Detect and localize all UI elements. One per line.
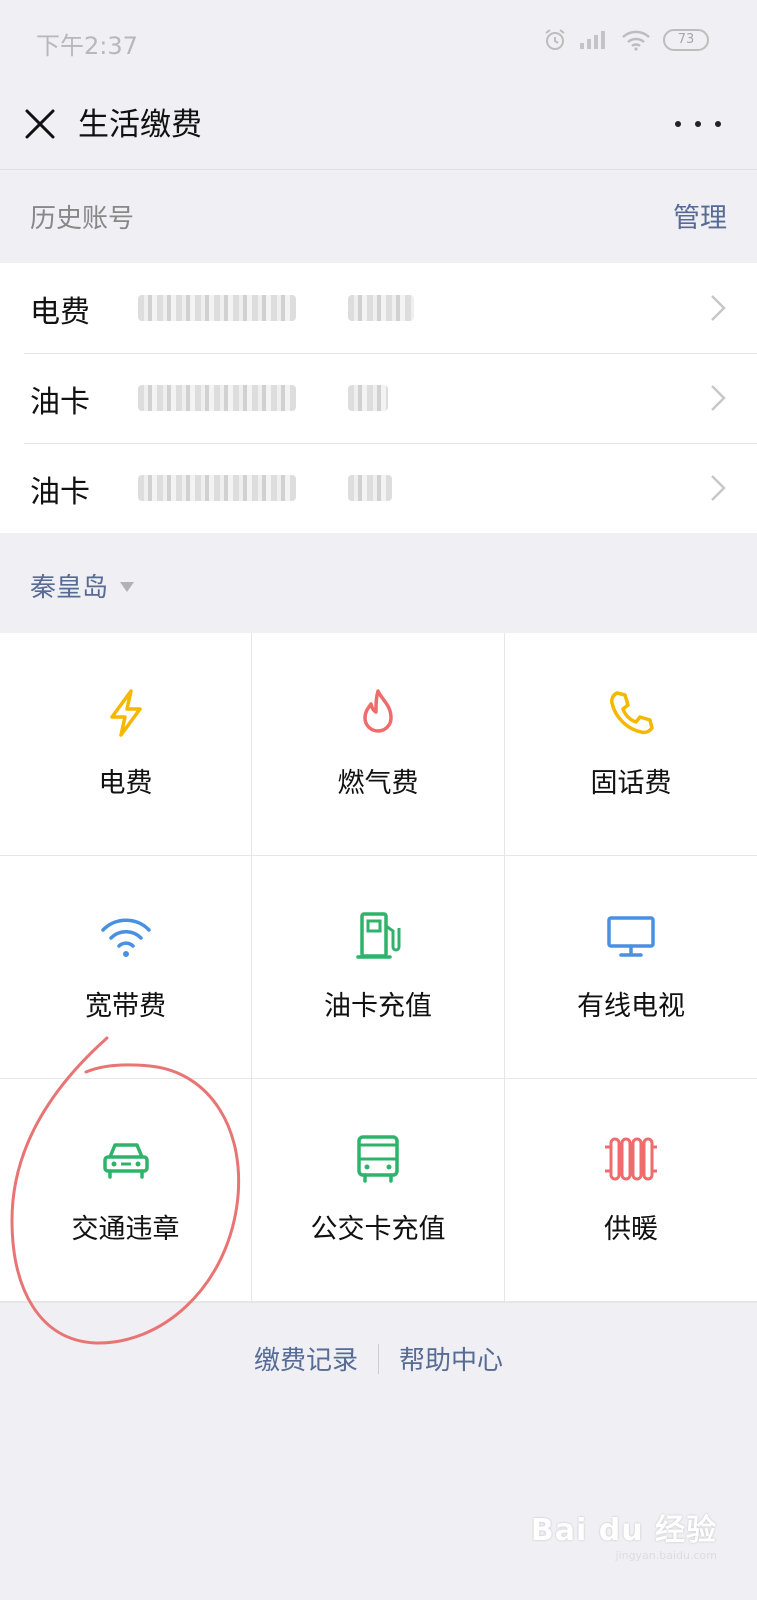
radiator-icon [603, 1131, 659, 1187]
history-header: 历史账号 管理 [0, 170, 757, 263]
account-type: 油卡 [30, 385, 90, 420]
signal-icon [580, 31, 605, 49]
status-time: 下午2:37 [36, 32, 138, 60]
more-dot-icon [675, 121, 681, 127]
account-number-redacted [138, 385, 296, 411]
lightning-icon [98, 685, 154, 741]
wifi-status-icon [622, 30, 650, 51]
car-icon [98, 1131, 154, 1187]
bus-icon [350, 1131, 406, 1187]
manage-link[interactable]: 管理 [673, 196, 727, 235]
page-title: 生活缴费 [78, 107, 202, 143]
status-icons: 73 [543, 28, 709, 52]
service-label: 宽带费 [85, 991, 166, 1022]
account-row[interactable]: 油卡 [0, 353, 757, 443]
chevron-right-icon [711, 385, 726, 411]
account-type: 电费 [30, 295, 90, 330]
city-selector[interactable]: 秦皇岛 [30, 565, 135, 605]
wifi-icon [98, 908, 154, 964]
service-landline[interactable]: 固话费 [505, 633, 757, 855]
close-icon [25, 109, 55, 139]
service-cable-tv[interactable]: 有线电视 [505, 856, 757, 1078]
service-bus-card[interactable]: 公交卡充值 [252, 1079, 504, 1301]
payment-records-link[interactable]: 缴费记录 [234, 1340, 378, 1377]
services-grid: 电费 燃气费 固话费 宽带费 油卡充值 有线电视 交通违章 公交卡充值 供暖 [0, 633, 757, 1303]
watermark-sub: jingyan.baidu.com [615, 1549, 717, 1562]
help-center-link[interactable]: 帮助中心 [379, 1340, 523, 1377]
account-name-redacted [348, 385, 388, 411]
service-gas[interactable]: 燃气费 [252, 633, 504, 855]
history-label: 历史账号 [30, 204, 135, 234]
baidu-watermark: Bai du 经验 jingyan.baidu.com [531, 1505, 717, 1562]
service-label: 公交卡充值 [310, 1214, 446, 1245]
account-row[interactable]: 电费 [0, 263, 757, 353]
close-button[interactable] [20, 104, 60, 144]
chevron-right-icon [711, 295, 726, 321]
monitor-icon [603, 908, 659, 964]
watermark-main: Bai du 经验 [530, 1513, 717, 1548]
account-name-redacted [348, 295, 414, 321]
service-heating[interactable]: 供暖 [505, 1079, 757, 1301]
dropdown-triangle-icon [120, 582, 135, 592]
status-bar: 下午2:37 73 [0, 0, 757, 82]
city-name: 秦皇岛 [30, 572, 109, 603]
footer-links: 缴费记录 帮助中心 [0, 1340, 757, 1377]
nav-bar: 生活缴费 [0, 82, 757, 170]
account-type: 油卡 [30, 475, 90, 510]
service-label: 有线电视 [577, 991, 685, 1022]
alarm-icon [545, 29, 565, 50]
service-label: 燃气费 [337, 768, 419, 799]
service-label: 交通违章 [71, 1214, 180, 1245]
service-label: 供暖 [604, 1214, 658, 1245]
chevron-right-icon [711, 475, 726, 501]
battery-indicator: 73 [663, 29, 709, 51]
account-list: 电费 油卡 油卡 [0, 263, 757, 533]
service-traffic-violation[interactable]: 交通违章 [0, 1079, 251, 1301]
service-label: 油卡充值 [324, 991, 432, 1022]
fuel-pump-icon [350, 908, 406, 964]
service-label: 固话费 [590, 768, 672, 799]
account-row[interactable]: 油卡 [0, 443, 757, 533]
phone-icon [603, 685, 659, 741]
service-label: 电费 [98, 768, 153, 799]
account-number-redacted [138, 295, 296, 321]
service-broadband[interactable]: 宽带费 [0, 856, 251, 1078]
account-number-redacted [138, 475, 296, 501]
account-name-redacted [348, 475, 392, 501]
service-fuel-card[interactable]: 油卡充值 [252, 856, 504, 1078]
more-options-button[interactable] [675, 104, 721, 144]
more-dot-icon [715, 121, 721, 127]
service-electricity[interactable]: 电费 [0, 633, 251, 855]
flame-icon [350, 685, 406, 741]
more-dot-icon [695, 121, 701, 127]
